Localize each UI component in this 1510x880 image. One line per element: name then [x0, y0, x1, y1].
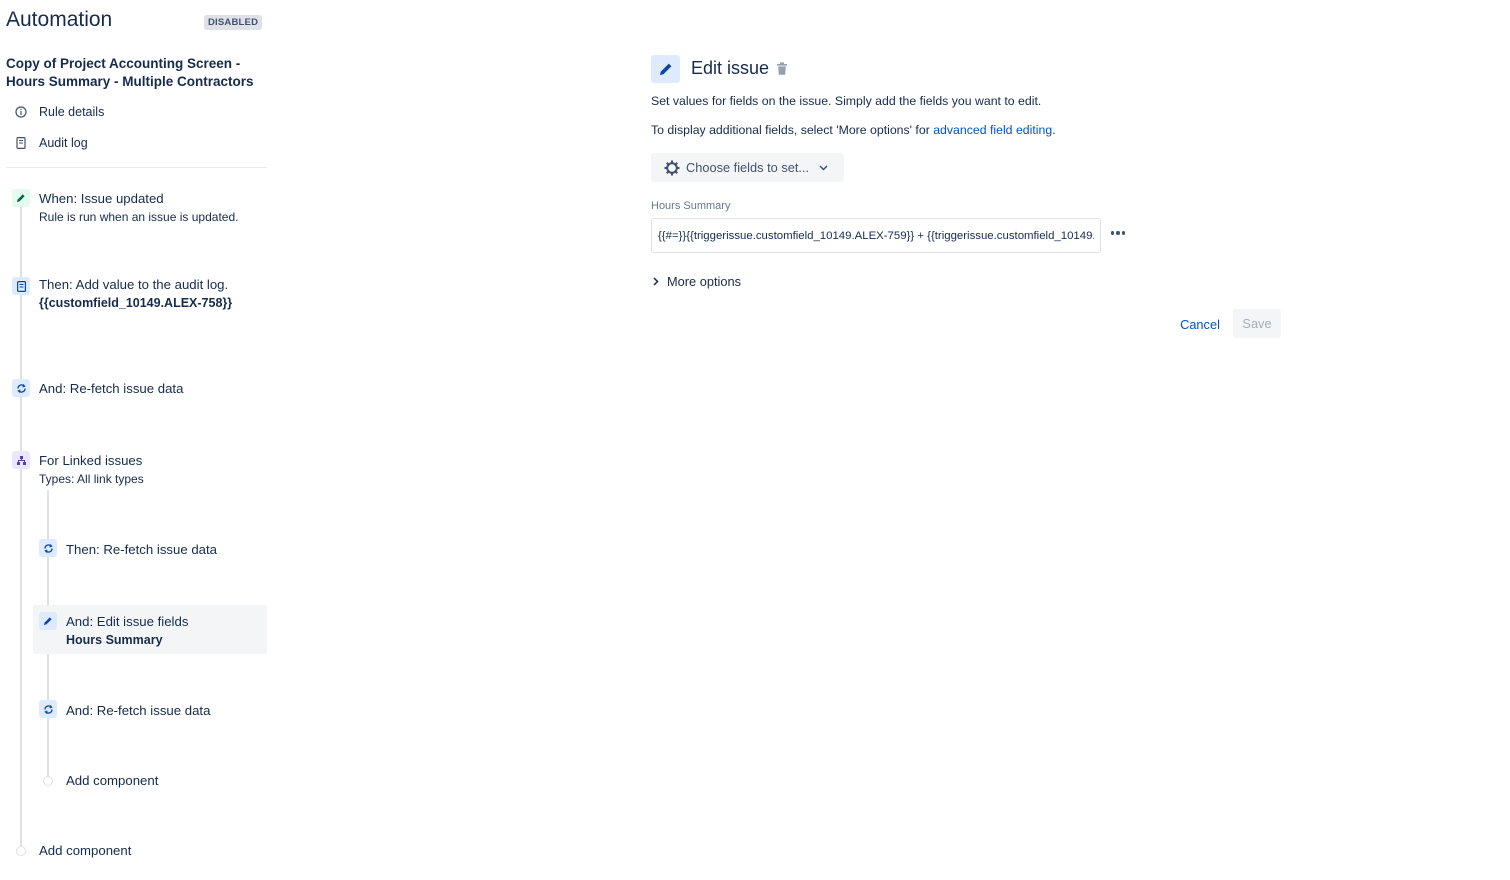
step-title: For Linked issues [39, 453, 143, 468]
desc-suffix: . [1052, 123, 1056, 137]
add-component-label: Add component [66, 773, 159, 788]
step-subtitle: Hours Summary [66, 633, 163, 647]
refresh-icon [39, 539, 57, 557]
step-subtitle: Types: All link types [39, 472, 144, 486]
more-options-label: More options [667, 274, 741, 289]
choose-fields-button[interactable]: Choose fields to set... [651, 153, 844, 182]
trigger-pencil-icon [12, 189, 30, 207]
chevron-right-icon [653, 277, 659, 286]
choose-fields-label: Choose fields to set... [686, 160, 810, 175]
add-component-outer[interactable]: Add component [39, 842, 131, 860]
gear-icon [664, 160, 680, 176]
step-add-audit-log[interactable]: Then: Add value to the audit log. {{cust… [39, 276, 239, 312]
audit-log-link[interactable]: Audit log [14, 136, 88, 150]
rule-details-link[interactable]: Rule details [14, 105, 104, 119]
rule-name: Copy of Project Accounting Screen - Hour… [6, 56, 254, 89]
add-dot-icon [16, 846, 26, 856]
more-actions-icon[interactable] [1108, 224, 1128, 242]
step-when-issue-updated[interactable]: When: Issue updated Rule is run when an … [39, 190, 238, 226]
chevron-down-icon [819, 164, 828, 171]
step-title: Then: Add value to the audit log. [39, 277, 229, 292]
step-title: And: Edit issue fields [66, 614, 189, 629]
step-title: When: Issue updated [39, 191, 164, 206]
sidebar-divider [6, 167, 267, 168]
step-title: And: Re-fetch issue data [66, 703, 211, 718]
step-edit-issue-fields[interactable]: And: Edit issue fields Hours Summary [66, 613, 188, 649]
audit-log-label: Audit log [39, 136, 88, 150]
add-component-label: Add component [39, 843, 132, 858]
document-icon [14, 136, 28, 150]
step-refetch-issue-data[interactable]: And: Re-fetch issue data [39, 380, 183, 398]
step-and-refetch[interactable]: And: Re-fetch issue data [66, 702, 210, 720]
pencil-icon [39, 612, 57, 630]
refresh-icon [12, 379, 30, 397]
rule-details-label: Rule details [39, 105, 105, 119]
save-button[interactable]: Save [1233, 309, 1281, 338]
cancel-button[interactable]: Cancel [1176, 310, 1224, 338]
add-component-inner[interactable]: Add component [66, 772, 158, 790]
advanced-editing-description: To display additional fields, select 'Mo… [651, 123, 1056, 137]
sidebar: Automation DISABLED Copy of Project Acco… [0, 0, 275, 880]
edit-issue-icon [651, 55, 680, 83]
step-title: Then: Re-fetch issue data [66, 542, 218, 557]
field-label: Hours Summary [651, 200, 731, 212]
status-badge: DISABLED [204, 15, 263, 30]
refresh-icon [39, 700, 57, 718]
step-subtitle: Rule is run when an issue is updated. [39, 210, 239, 224]
panel-description: Set values for fields on the issue. Simp… [651, 94, 1042, 108]
trash-icon[interactable] [776, 62, 788, 76]
audit-log-icon [12, 277, 30, 295]
advanced-field-editing-link[interactable]: advanced field editing [933, 123, 1052, 137]
step-title: And: Re-fetch issue data [39, 381, 184, 396]
step-then-refetch[interactable]: Then: Re-fetch issue data [66, 541, 217, 559]
main-flow-line [20, 205, 22, 848]
hours-summary-input[interactable] [651, 218, 1101, 253]
app-title: Automation [6, 8, 113, 31]
more-options-toggle[interactable]: More options [653, 274, 741, 289]
desc-prefix: To display additional fields, select 'Mo… [651, 123, 934, 137]
add-dot-icon [43, 776, 53, 786]
panel-title: Edit issue [691, 58, 770, 78]
step-subtitle: {{customfield_10149.ALEX-758}} [39, 296, 233, 310]
branch-icon [12, 451, 30, 469]
info-icon [14, 105, 28, 119]
step-for-linked-issues[interactable]: For Linked issues Types: All link types [39, 452, 144, 488]
